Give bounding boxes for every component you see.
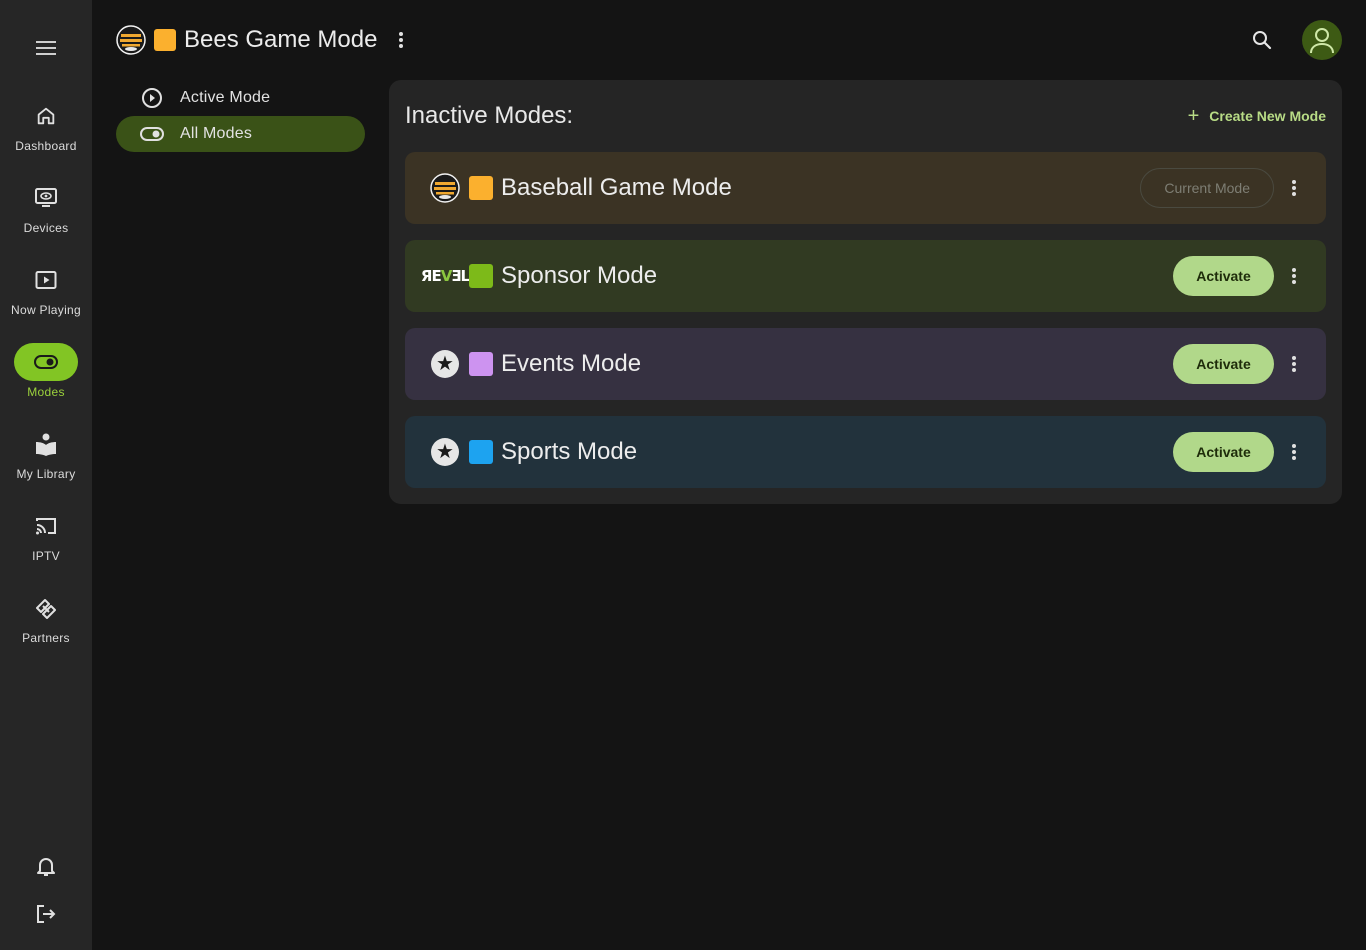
- more-vert-icon[interactable]: [1282, 440, 1306, 464]
- mode-name: Events Mode: [501, 350, 642, 377]
- subnav-item-active-mode[interactable]: Active Mode: [116, 80, 365, 116]
- nav-item-partners[interactable]: Partners: [0, 589, 92, 659]
- nav-item-modes[interactable]: Modes: [0, 343, 92, 413]
- activate-button[interactable]: Activate: [1173, 432, 1274, 472]
- logout-icon[interactable]: [30, 898, 62, 930]
- play-box-icon: [14, 261, 78, 299]
- page-title-bar: Bees Game Mode: [116, 22, 415, 58]
- account-avatar[interactable]: [1302, 20, 1342, 60]
- revel-logo-icon: ЯE V ƎL: [420, 267, 470, 285]
- modes-subnav: Active Mode All Modes: [116, 80, 365, 152]
- play-circle-icon: [140, 86, 164, 110]
- bees-logo-icon: [116, 25, 146, 55]
- home-icon: [14, 97, 78, 135]
- navigation-rail: Dashboard Devices Now Playing Modes My L…: [0, 0, 92, 950]
- nav-item-devices[interactable]: Devices: [0, 179, 92, 249]
- subnav-item-label: Active Mode: [180, 89, 271, 106]
- more-vert-icon[interactable]: [387, 26, 415, 54]
- more-vert-icon[interactable]: [1282, 352, 1306, 376]
- mode-row-sports-mode[interactable]: ★ Sports Mode Activate: [405, 416, 1326, 488]
- notifications-bell-icon[interactable]: [30, 850, 62, 882]
- nav-item-label: My Library: [16, 467, 76, 481]
- mode-row-events-mode[interactable]: ★ Events Mode Activate: [405, 328, 1326, 400]
- mode-color-swatch: [154, 29, 176, 51]
- star-icon: ★: [429, 436, 461, 468]
- handshake-icon: [14, 589, 78, 627]
- mode-row-sponsor-mode[interactable]: ЯE V ƎL Sponsor Mode Activate: [405, 240, 1326, 312]
- nav-item-iptv[interactable]: IPTV: [0, 507, 92, 577]
- nav-item-label: IPTV: [32, 549, 60, 563]
- bees-logo-icon: [429, 172, 461, 204]
- search-icon[interactable]: [1244, 22, 1280, 58]
- nav-item-now-playing[interactable]: Now Playing: [0, 261, 92, 331]
- hamburger-menu-icon[interactable]: [34, 38, 58, 58]
- nav-item-label: Partners: [22, 631, 70, 645]
- nav-item-label: Now Playing: [11, 303, 81, 317]
- mode-color-swatch: [469, 176, 493, 200]
- more-vert-icon[interactable]: [1282, 264, 1306, 288]
- subnav-item-label: All Modes: [180, 125, 253, 142]
- mode-color-swatch: [469, 264, 493, 288]
- activate-button[interactable]: Activate: [1173, 256, 1274, 296]
- nav-item-dashboard[interactable]: Dashboard: [0, 97, 92, 167]
- nav-item-label: Dashboard: [15, 139, 77, 153]
- monitor-eye-icon: [14, 179, 78, 217]
- activate-button[interactable]: Activate: [1173, 344, 1274, 384]
- star-icon: ★: [429, 348, 461, 380]
- create-new-mode-label: Create New Mode: [1209, 108, 1326, 124]
- mode-row-baseball-game-mode[interactable]: Baseball Game Mode Current Mode: [405, 152, 1326, 224]
- subnav-item-all-modes[interactable]: All Modes: [116, 116, 365, 152]
- mode-name: Sponsor Mode: [501, 262, 658, 289]
- mode-name: Baseball Game Mode: [501, 174, 732, 201]
- page-title: Bees Game Mode: [184, 26, 378, 53]
- toggle-icon: [140, 122, 164, 146]
- inactive-modes-panel: Inactive Modes: + Create New Mode Baseba…: [389, 80, 1342, 504]
- toggle-icon: [14, 343, 78, 381]
- create-new-mode-button[interactable]: + Create New Mode: [1188, 102, 1326, 130]
- nav-item-label: Devices: [23, 221, 69, 235]
- mode-color-swatch: [469, 440, 493, 464]
- mode-name: Sports Mode: [501, 438, 638, 465]
- person-icon: [1310, 28, 1334, 54]
- cast-icon: [14, 507, 78, 545]
- nav-item-label: Modes: [27, 385, 65, 399]
- more-vert-icon[interactable]: [1282, 176, 1306, 200]
- current-mode-button: Current Mode: [1140, 168, 1274, 208]
- plus-icon: +: [1187, 105, 1200, 127]
- nav-item-my-library[interactable]: My Library: [0, 425, 92, 495]
- panel-title: Inactive Modes:: [405, 102, 574, 129]
- library-icon: [14, 425, 78, 463]
- mode-color-swatch: [469, 352, 493, 376]
